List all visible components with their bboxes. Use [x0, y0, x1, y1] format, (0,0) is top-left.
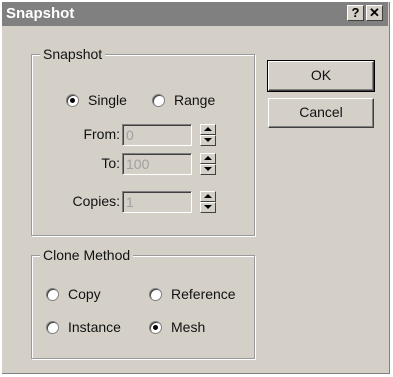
to-spinner-up-icon[interactable]: [200, 153, 216, 164]
cancel-button[interactable]: Cancel: [268, 98, 374, 128]
radio-reference-label: Reference: [171, 286, 236, 302]
to-label: To:: [101, 155, 120, 171]
clone-method-group-label: Clone Method: [40, 247, 134, 263]
radio-instance-label: Instance: [68, 319, 121, 335]
title-bar[interactable]: Snapshot ? ✕: [2, 2, 388, 26]
window-title: Snapshot: [6, 5, 75, 22]
radio-reference[interactable]: Reference: [149, 286, 236, 302]
copies-spinner[interactable]: [200, 191, 216, 213]
radio-mesh-icon[interactable]: [149, 320, 162, 334]
copies-spinner-up-icon[interactable]: [200, 191, 216, 202]
snapshot-group-label: Snapshot: [40, 46, 106, 62]
copies-field[interactable]: 1: [122, 191, 192, 213]
from-field[interactable]: 0: [122, 124, 192, 146]
to-spinner-down-icon[interactable]: [200, 164, 216, 175]
to-field[interactable]: 100: [122, 153, 192, 175]
close-icon: ✕: [369, 5, 380, 20]
radio-single-icon[interactable]: [66, 93, 79, 107]
radio-range-icon[interactable]: [152, 93, 165, 107]
radio-reference-icon[interactable]: [149, 287, 162, 301]
radio-range-label: Range: [174, 92, 216, 108]
from-spinner-down-icon[interactable]: [200, 135, 216, 146]
radio-instance[interactable]: Instance: [46, 319, 121, 335]
copies-label: Copies:: [72, 193, 120, 209]
radio-instance-icon[interactable]: [46, 320, 59, 334]
from-spinner[interactable]: [200, 124, 216, 146]
from-label: From:: [83, 126, 120, 142]
radio-mesh-label: Mesh: [171, 319, 206, 335]
snapshot-group: Snapshot Single Range From: 0 To: 100 Co…: [31, 46, 255, 236]
copies-spinner-down-icon[interactable]: [200, 202, 216, 213]
radio-single-label: Single: [88, 92, 127, 108]
help-icon: ?: [351, 5, 360, 20]
radio-single[interactable]: Single: [66, 92, 127, 108]
radio-range[interactable]: Range: [152, 92, 215, 108]
snapshot-dialog: Snapshot ? ✕ Snapshot Single Range From:…: [2, 2, 390, 374]
clone-method-group: Clone Method Copy Reference Instance Mes…: [31, 247, 255, 359]
close-button[interactable]: ✕: [366, 5, 383, 21]
radio-copy-label: Copy: [68, 286, 101, 302]
radio-mesh[interactable]: Mesh: [149, 319, 205, 335]
radio-copy-icon[interactable]: [46, 287, 59, 301]
from-spinner-up-icon[interactable]: [200, 124, 216, 135]
radio-copy[interactable]: Copy: [46, 286, 101, 302]
help-button[interactable]: ?: [347, 5, 364, 21]
to-spinner[interactable]: [200, 153, 216, 175]
ok-button[interactable]: OK: [267, 60, 375, 92]
